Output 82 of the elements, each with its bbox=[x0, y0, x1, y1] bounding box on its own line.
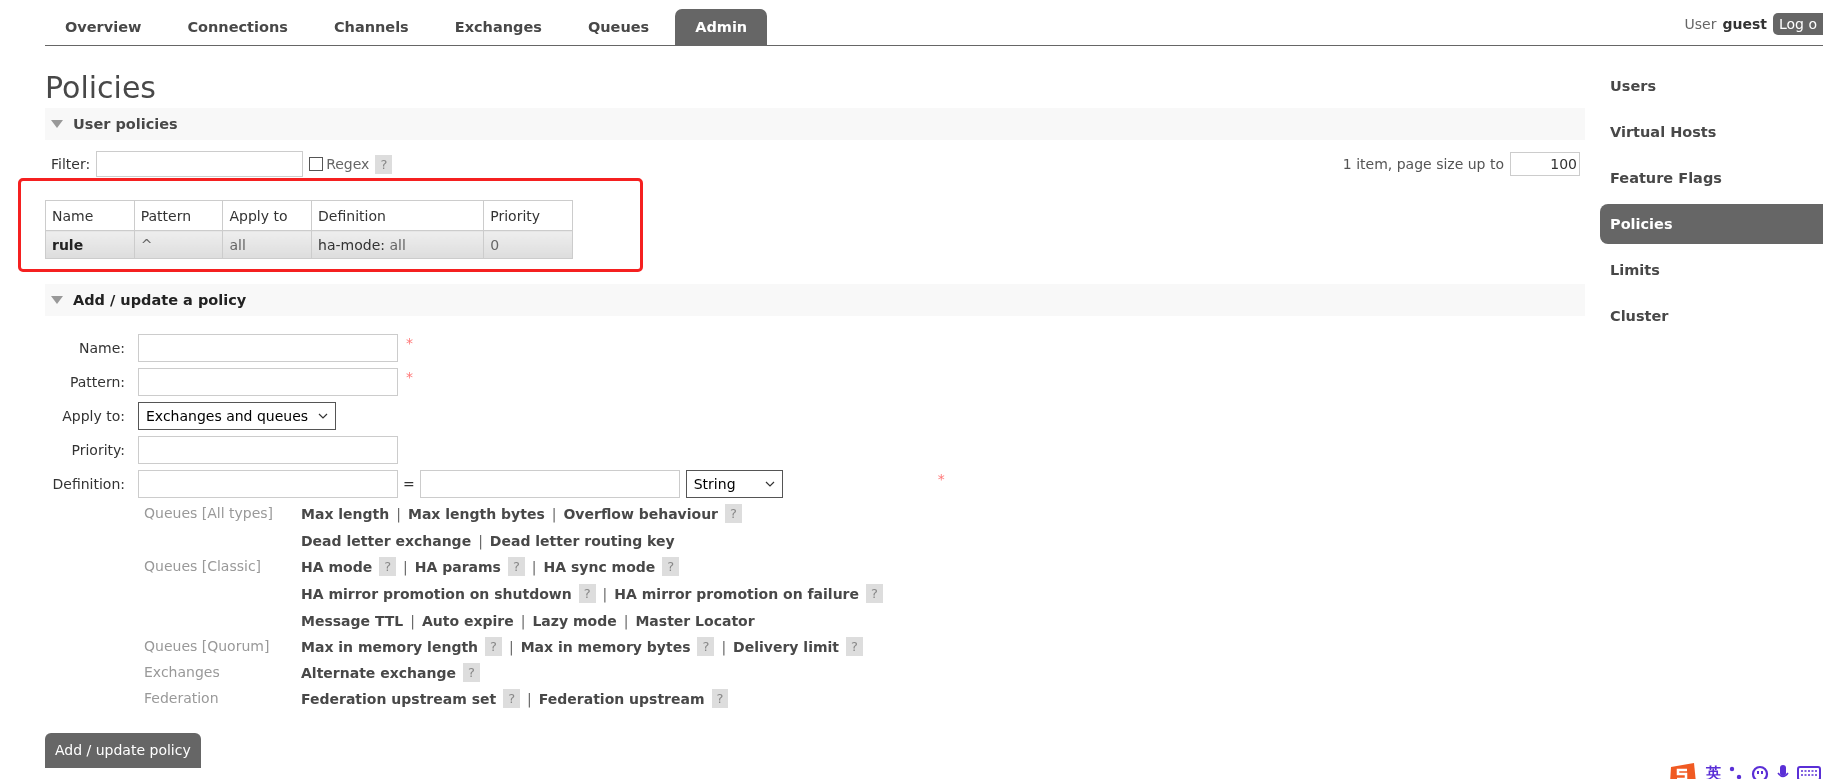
field-label: Definition: bbox=[51, 476, 125, 492]
argument-link[interactable]: Auto expire bbox=[422, 612, 514, 629]
column-header: Apply to bbox=[222, 200, 312, 231]
category-label: Exchanges bbox=[144, 664, 221, 682]
sidebar-item[interactable]: Users bbox=[1600, 66, 1823, 106]
argument-link[interactable]: HA params bbox=[414, 558, 501, 575]
user-name: guest bbox=[1722, 16, 1767, 32]
category-label: Queues [Classic] bbox=[144, 558, 263, 576]
sidebar-item[interactable]: Policies bbox=[1600, 204, 1823, 244]
table-cell: all bbox=[222, 230, 312, 259]
argument-link[interactable]: HA sync mode bbox=[543, 558, 656, 575]
required-mark: * bbox=[406, 369, 413, 385]
column-header: Name bbox=[45, 200, 135, 231]
dropdown[interactable]: Exchanges and queues bbox=[138, 402, 337, 430]
user-label: User bbox=[1684, 16, 1717, 32]
field-label: Pattern: bbox=[68, 374, 125, 390]
sidebar-item[interactable]: Virtual Hosts bbox=[1600, 112, 1823, 152]
required-mark: * bbox=[406, 335, 413, 351]
nav-tab[interactable]: Exchanges bbox=[434, 9, 562, 45]
argument-link[interactable]: Delivery limit bbox=[733, 638, 840, 655]
section-header[interactable]: User policies bbox=[45, 108, 1585, 140]
table-cell: 0 bbox=[483, 230, 573, 259]
argument-link[interactable]: Max in memory bytes bbox=[520, 638, 691, 655]
category-label: Queues [Quorum] bbox=[144, 638, 271, 656]
table-cell: ha-mode: all bbox=[311, 230, 484, 259]
separator: | bbox=[551, 505, 557, 522]
page-title: Policies bbox=[45, 69, 157, 107]
item-count: 1 item, page size up to bbox=[1342, 156, 1504, 172]
sidebar-item[interactable]: Cluster bbox=[1600, 296, 1823, 336]
add-policy-button[interactable]: Add / update policy bbox=[45, 733, 201, 768]
argument-link[interactable]: Overflow behaviour bbox=[563, 505, 719, 522]
argument-link[interactable]: Dead letter routing key bbox=[489, 532, 675, 549]
column-header: Pattern bbox=[134, 200, 223, 231]
table-cell: ^ bbox=[134, 230, 223, 259]
regex-label: Regex bbox=[326, 156, 370, 172]
nav-tab[interactable]: Overview bbox=[49, 9, 162, 45]
column-header: Priority bbox=[483, 200, 573, 231]
argument-link[interactable]: HA mirror promotion on failure bbox=[614, 585, 859, 602]
argument-link[interactable]: Master Locator bbox=[635, 612, 755, 629]
argument-link[interactable]: Alternate exchange bbox=[301, 664, 456, 681]
separator: | bbox=[623, 612, 629, 629]
required-mark: * bbox=[937, 471, 945, 487]
separator: | bbox=[531, 558, 537, 575]
separator: | bbox=[721, 638, 727, 655]
nav-tab[interactable]: Admin bbox=[675, 9, 768, 45]
separator: | bbox=[396, 505, 401, 522]
nav-tab[interactable]: Channels bbox=[313, 9, 429, 45]
section-header[interactable]: Add / update a policy bbox=[45, 284, 1585, 316]
filter-label: Filter: bbox=[51, 156, 91, 172]
field-label: Name: bbox=[77, 340, 125, 356]
category-label: Federation bbox=[144, 690, 220, 708]
field-label: Apply to: bbox=[61, 408, 125, 424]
table-cell[interactable]: rule bbox=[45, 230, 135, 259]
type-dropdown[interactable]: String bbox=[685, 470, 783, 498]
ime-language[interactable]: 英 bbox=[1706, 763, 1721, 779]
separator: | bbox=[478, 532, 483, 549]
separator: | bbox=[527, 690, 532, 707]
argument-link[interactable]: Max in memory length bbox=[301, 638, 479, 655]
separator: | bbox=[602, 585, 608, 602]
field-label: Priority: bbox=[70, 442, 125, 458]
argument-link[interactable]: HA mode bbox=[301, 558, 373, 575]
column-header: Definition bbox=[311, 200, 484, 231]
argument-link[interactable]: Message TTL bbox=[301, 612, 404, 629]
argument-link[interactable]: Federation upstream set bbox=[301, 690, 497, 707]
argument-link[interactable]: HA mirror promotion on shutdown bbox=[301, 585, 572, 602]
argument-link[interactable]: Lazy mode bbox=[532, 612, 617, 629]
category-label: Queues [All types] bbox=[144, 505, 275, 523]
logout-button[interactable]: Log o bbox=[1772, 13, 1823, 35]
sidebar-item[interactable]: Limits bbox=[1600, 250, 1823, 290]
nav-tab[interactable]: Queues bbox=[567, 9, 670, 45]
nav-tab[interactable]: Connections bbox=[167, 9, 308, 45]
equals-sign: = bbox=[403, 476, 415, 492]
argument-link[interactable]: Max length bbox=[301, 505, 390, 522]
separator: | bbox=[410, 612, 415, 629]
separator: | bbox=[403, 558, 408, 575]
argument-link[interactable]: Max length bytes bbox=[407, 505, 545, 522]
separator: | bbox=[520, 612, 526, 629]
sidebar-item[interactable]: Feature Flags bbox=[1600, 158, 1823, 198]
separator: | bbox=[508, 638, 514, 655]
argument-link[interactable]: Federation upstream bbox=[538, 690, 705, 707]
page-size-field[interactable]: 100 bbox=[1510, 152, 1580, 176]
argument-link[interactable]: Dead letter exchange bbox=[301, 532, 472, 549]
